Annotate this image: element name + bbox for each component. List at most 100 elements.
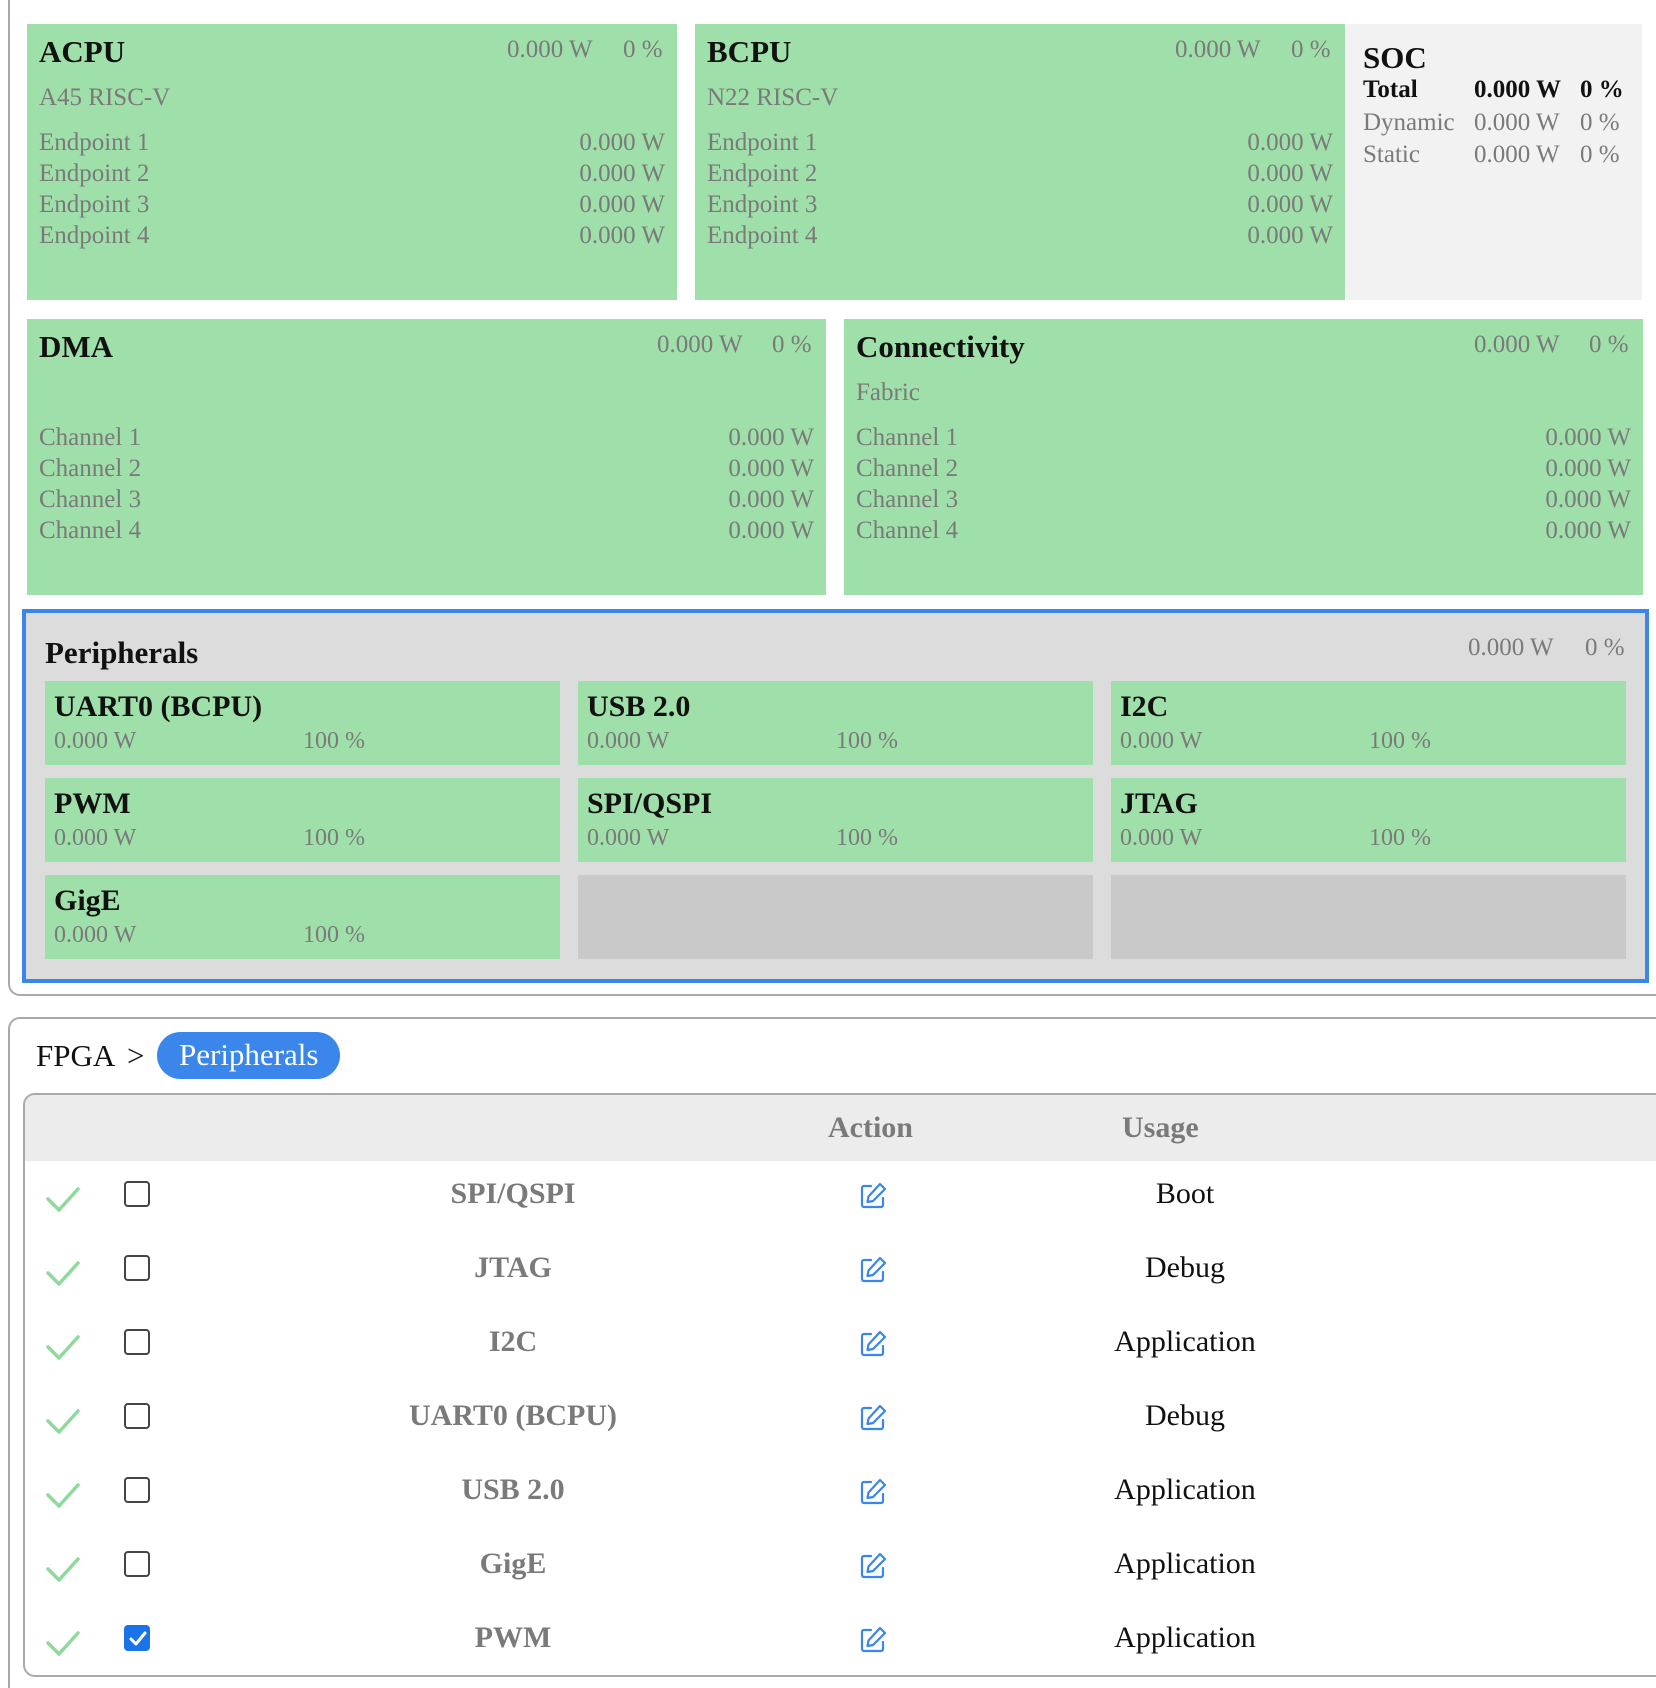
connectivity-channel-row: Channel 4 0.000 W [856,517,1631,548]
acpu-endpoint-row: Endpoint 1 0.000 W [39,129,665,160]
endpoint-label: Endpoint 4 [707,222,818,249]
tile-power: 0.000 W [1120,728,1203,754]
connectivity-channel-row: Channel 1 0.000 W [856,424,1631,455]
row-checkbox[interactable] [124,1181,150,1207]
peripheral-tile-pwm[interactable]: PWM 0.000 W 100 % [45,778,560,862]
edit-icon[interactable] [858,1551,888,1581]
bcpu-percent: 0 % [1291,36,1331,63]
peripheral-tile-i2c[interactable]: I2C 0.000 W 100 % [1111,681,1626,765]
dma-channel-row: Channel 2 0.000 W [39,455,814,486]
tile-percent: 100 % [836,825,898,851]
soc-static-row: Static 0.000 W 0 % [1363,141,1638,173]
channel-label: Channel 1 [39,424,142,451]
table-row: SPI/QSPI Boot [25,1161,1656,1235]
soc-row-label: Total [1363,76,1418,103]
bcpu-block[interactable]: BCPU 0.000 W 0 % N22 RISC-V Endpoint 1 0.… [695,24,1345,300]
table-row: GigE Application [25,1531,1656,1605]
connectivity-title: Connectivity [856,329,1025,364]
row-checkbox[interactable] [124,1551,150,1577]
peripherals-power: 0.000 W [1468,634,1554,661]
tile-percent: 100 % [1369,825,1431,851]
soc-row-value: 0.000 W [1474,141,1560,168]
tile-name: GigE [54,884,121,917]
edit-icon[interactable] [858,1181,888,1211]
edit-icon[interactable] [858,1329,888,1359]
edit-icon[interactable] [858,1477,888,1507]
header-usage[interactable]: Usage [1122,1111,1199,1145]
acpu-endpoint-row: Endpoint 4 0.000 W [39,222,665,253]
channel-label: Channel 3 [39,486,142,513]
soc-row-percent: 0 % [1580,141,1620,168]
endpoint-label: Endpoint 2 [707,160,818,187]
soc-row-value: 0.000 W [1474,76,1562,103]
channel-label: Channel 3 [856,486,959,513]
peripheral-name: UART0 (BCPU) [408,1399,618,1432]
channel-label: Channel 2 [856,455,959,482]
channel-value: 0.000 W [1545,455,1631,482]
check-icon [45,1181,81,1217]
edit-icon[interactable] [858,1625,888,1655]
tile-power: 0.000 W [54,922,137,948]
check-icon [45,1625,81,1661]
edit-icon[interactable] [858,1255,888,1285]
endpoint-label: Endpoint 3 [707,191,818,218]
soc-row-label: Dynamic [1363,109,1455,136]
acpu-endpoint-row: Endpoint 3 0.000 W [39,191,665,222]
peripheral-name: USB 2.0 [461,1473,565,1506]
acpu-subtitle: A45 RISC-V [39,84,171,111]
channel-label: Channel 4 [856,517,959,544]
endpoint-value: 0.000 W [1247,129,1333,156]
header-action[interactable]: Action [828,1111,913,1145]
row-checkbox[interactable] [124,1403,150,1429]
dma-block[interactable]: DMA 0.000 W 0 % Channel 1 0.000 W Channel… [27,319,826,595]
peripheral-tile-usb[interactable]: USB 2.0 0.000 W 100 % [578,681,1093,765]
dma-power: 0.000 W [657,331,743,358]
bcpu-subtitle: N22 RISC-V [707,84,839,111]
soc-title: SOC [1363,40,1427,75]
table-header: Action Usage [25,1095,1656,1161]
peripherals-block[interactable]: Peripherals 0.000 W 0 % UART0 (BCPU) 0.0… [22,609,1649,983]
row-checkbox[interactable] [124,1329,150,1355]
endpoint-value: 0.000 W [1247,191,1333,218]
endpoint-value: 0.000 W [579,129,665,156]
breadcrumb-root[interactable]: FPGA [36,1038,115,1074]
peripherals-table: Action Usage SPI/QSPI Boot JTAG Debug I2C App… [23,1093,1656,1677]
peripheral-tile-spi[interactable]: SPI/QSPI 0.000 W 100 % [578,778,1093,862]
channel-value: 0.000 W [1545,424,1631,451]
row-checkbox[interactable] [124,1255,150,1281]
connectivity-subtitle: Fabric [856,379,920,406]
usage-value: Debug [1145,1399,1225,1432]
soc-row-percent: 0 % [1580,76,1624,103]
bcpu-power: 0.000 W [1175,36,1261,63]
tile-name: JTAG [1120,787,1198,820]
tile-power: 0.000 W [1120,825,1203,851]
tile-power: 0.000 W [54,825,137,851]
check-icon [45,1551,81,1587]
usage-value: Application [1114,1547,1256,1580]
breadcrumb-current[interactable]: Peripherals [157,1032,341,1079]
channel-value: 0.000 W [728,486,814,513]
row-checkbox[interactable] [124,1477,150,1503]
peripheral-tile-uart0[interactable]: UART0 (BCPU) 0.000 W 100 % [45,681,560,765]
dma-channel-row: Channel 3 0.000 W [39,486,814,517]
peripherals-percent: 0 % [1585,634,1625,661]
table-row: UART0 (BCPU) Debug [25,1383,1656,1457]
edit-icon[interactable] [858,1403,888,1433]
peripheral-tile-jtag[interactable]: JTAG 0.000 W 100 % [1111,778,1626,862]
check-icon [45,1477,81,1513]
tile-name: PWM [54,787,131,820]
bcpu-endpoint-row: Endpoint 4 0.000 W [707,222,1333,253]
tile-percent: 100 % [1369,728,1431,754]
acpu-block[interactable]: ACPU 0.000 W 0 % A45 RISC-V Endpoint 1 0.… [27,24,677,300]
acpu-percent: 0 % [623,36,663,63]
peripheral-tile-gige[interactable]: GigE 0.000 W 100 % [45,875,560,959]
dma-channel-row: Channel 1 0.000 W [39,424,814,455]
row-checkbox[interactable] [124,1625,150,1651]
connectivity-power: 0.000 W [1474,331,1560,358]
connectivity-block[interactable]: Connectivity 0.000 W 0 % Fabric Channel … [844,319,1643,595]
soc-summary: SOC Total 0.000 W 0 % Dynamic 0.000 W 0 … [1346,24,1642,300]
usage-value: Debug [1145,1251,1225,1284]
soc-total-row: Total 0.000 W 0 % [1363,76,1638,108]
endpoint-label: Endpoint 3 [39,191,150,218]
dma-percent: 0 % [772,331,812,358]
